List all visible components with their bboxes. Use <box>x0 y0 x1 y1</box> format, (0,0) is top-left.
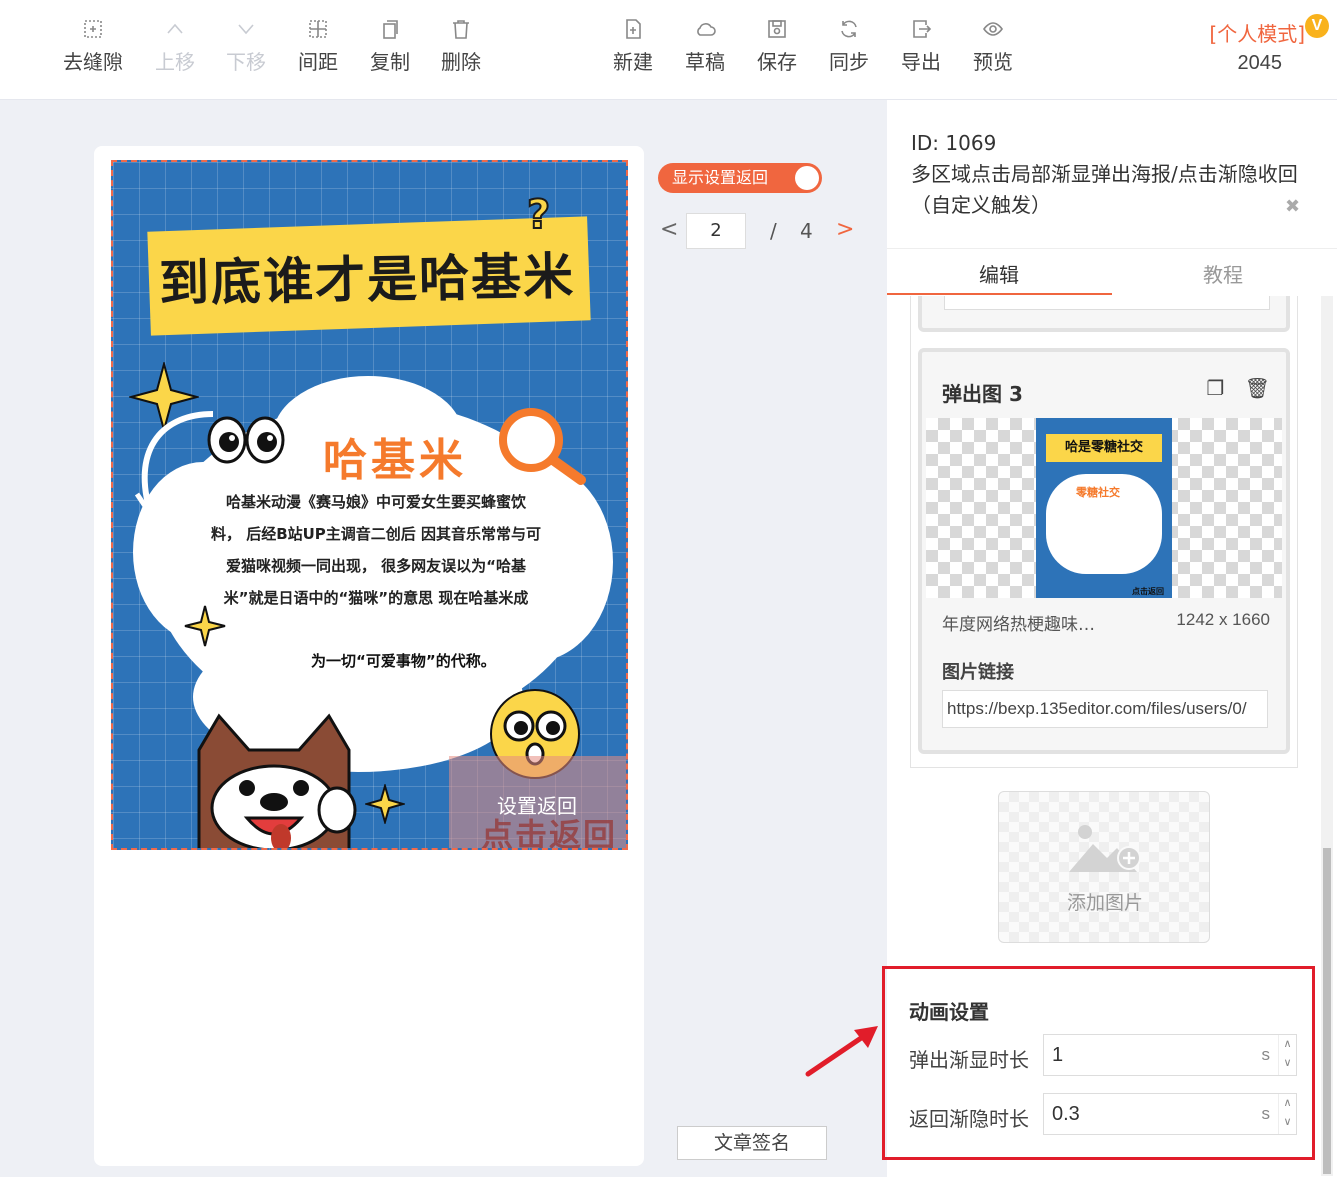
sparkle-icon <box>365 784 405 824</box>
move-down-button[interactable]: 下移 <box>211 18 281 75</box>
poster-banner-title: 到底谁才是哈基米 <box>158 247 576 313</box>
trash-icon[interactable]: 🗑 <box>1245 376 1270 400</box>
stepper-icon[interactable]: ∧ ∨ <box>1278 1094 1296 1134</box>
stepper-icon[interactable]: ∧ ∨ <box>1278 1035 1296 1075</box>
move-up-button[interactable]: 上移 <box>140 18 210 75</box>
remove-gap-button[interactable]: 去缝隙 <box>58 18 128 75</box>
show-return-toggle-label: 显示设置返回 <box>672 168 769 187</box>
cloud-icon <box>694 18 716 40</box>
toggle-knob <box>795 166 819 190</box>
animation-settings-title: 动画设置 <box>909 1000 989 1024</box>
trash-icon <box>450 18 472 40</box>
curved-arrow-icon <box>134 411 214 516</box>
new-file-icon <box>622 18 644 40</box>
mode-count: 2045 <box>1237 52 1283 74</box>
eye-icon <box>982 18 1004 40</box>
spacing-icon <box>307 18 329 40</box>
copy-icon[interactable]: ❐ <box>1206 376 1224 400</box>
chevron-left-icon[interactable]: < <box>660 217 678 242</box>
image-dimensions: 1242 x 1660 <box>1176 610 1270 629</box>
return-hotspot-text: 点击返回 <box>481 816 618 850</box>
preview-button[interactable]: 预览 <box>958 18 1028 75</box>
tools-icon[interactable]: ✖ <box>1285 196 1305 217</box>
sparkle-icon <box>184 605 226 647</box>
fade-out-duration-label: 返回渐隐时长 <box>909 1107 1029 1131</box>
draft-button[interactable]: 草稿 <box>670 18 740 75</box>
thumb-footer: 点击返回 <box>1132 587 1164 596</box>
panel-scrollbar[interactable] <box>1321 296 1333 1176</box>
popup-image-title: 弹出图 3 <box>942 382 1023 406</box>
tab-tutorial[interactable]: 教程 <box>1203 259 1243 288</box>
unit-label: s <box>1261 1045 1271 1064</box>
article-signature-button[interactable]: 文章签名 <box>677 1126 827 1160</box>
vip-badge-icon: V <box>1305 14 1329 38</box>
red-arrow-icon <box>805 1026 878 1077</box>
page-separator: / <box>770 219 777 243</box>
unit-label: s <box>1261 1104 1271 1123</box>
toolbar: 去缝隙 上移 下移 间距 复制 删除 新建 草稿 保存 同步 导出 预览 [个人… <box>0 0 1337 100</box>
mode-label[interactable]: [个人模式] <box>1209 18 1305 47</box>
card-actions: ❐ 🗑 <box>1206 376 1270 400</box>
image-link-label: 图片链接 <box>942 662 1014 683</box>
sync-button[interactable]: 同步 <box>814 18 884 75</box>
chevron-right-icon[interactable]: > <box>836 217 854 242</box>
save-icon <box>766 18 788 40</box>
dog-illustration-icon <box>197 713 357 848</box>
show-return-toggle[interactable]: 显示设置返回 <box>658 163 822 193</box>
cloud-body: 哈基米动漫《赛马娘》中可爱女生要买蜂蜜饮 料， 后经B站UP主调音二创后 因其音… <box>210 493 542 607</box>
scrollbar-thumb[interactable] <box>1323 848 1331 1174</box>
image-link-input[interactable]: https://bexp.135editor.com/files/users/0… <box>942 690 1268 728</box>
thumb-banner: 哈是零糖社交 <box>1046 434 1162 462</box>
template-id: ID: 1069 <box>911 131 997 155</box>
add-image-button[interactable]: 添加图片 <box>998 791 1210 943</box>
spacing-button[interactable]: 间距 <box>283 18 353 75</box>
page-total: 4 <box>800 219 813 243</box>
export-icon <box>910 18 932 40</box>
previous-link-input[interactable] <box>944 296 1270 310</box>
template-info: ID: 1069 多区域点击局部渐显弹出海报/点击渐隐收回（自定义触发） <box>911 128 1311 221</box>
tab-underline <box>887 293 1112 295</box>
cloud-footer: 为一切“可爱事物”的代称。 <box>311 652 496 670</box>
thumb-title: 零糖社交 <box>1076 486 1120 499</box>
chevron-down-icon <box>235 18 257 40</box>
popup-image-card: 弹出图 3 ❐ 🗑 哈是零糖社交 零糖社交 点击返回 年度网络热梗趣味… 124… <box>918 348 1290 754</box>
popup-thumbnail: 哈是零糖社交 零糖社交 点击返回 <box>1036 418 1172 598</box>
image-caption: 年度网络热梗趣味… <box>942 615 1095 635</box>
page-number-input[interactable]: 2 <box>686 213 746 249</box>
copy-button[interactable]: 复制 <box>355 18 425 75</box>
copy-icon <box>379 18 401 40</box>
fade-in-duration-input[interactable]: 1 s ∧ ∨ <box>1043 1034 1297 1076</box>
poster-preview[interactable]: 到底谁才是哈基米 ? 哈基米 哈基米动漫《赛马娘》中可爱女生要买蜂蜜饮 料， 后… <box>111 160 628 850</box>
fade-out-duration-input[interactable]: 0.3 s ∧ ∨ <box>1043 1093 1297 1135</box>
tab-edit[interactable]: 编辑 <box>979 259 1019 288</box>
save-button[interactable]: 保存 <box>742 18 812 75</box>
sync-icon <box>838 18 860 40</box>
add-image-icon <box>1069 825 1141 872</box>
settings-panel: ID: 1069 多区域点击局部渐显弹出海报/点击渐隐收回（自定义触发） ✖ 编… <box>882 100 1337 1177</box>
new-button[interactable]: 新建 <box>598 18 668 75</box>
image-preview[interactable]: 哈是零糖社交 零糖社交 点击返回 <box>926 418 1282 598</box>
fade-in-duration-label: 弹出渐显时长 <box>909 1048 1029 1072</box>
export-button[interactable]: 导出 <box>886 18 956 75</box>
magnifier-icon <box>499 408 586 485</box>
template-title: 多区域点击局部渐显弹出海报/点击渐隐收回（自定义触发） <box>911 162 1298 217</box>
previous-popup-card <box>918 296 1290 332</box>
question-mark-icon: ? <box>526 191 551 239</box>
panel-tabs: 编辑 教程 <box>887 248 1337 295</box>
chevron-up-icon <box>164 18 186 40</box>
delete-button[interactable]: 删除 <box>426 18 496 75</box>
cloud-title: 哈基米 <box>323 435 467 486</box>
add-image-label: 添加图片 <box>1066 892 1143 914</box>
remove-gap-icon <box>82 18 104 40</box>
